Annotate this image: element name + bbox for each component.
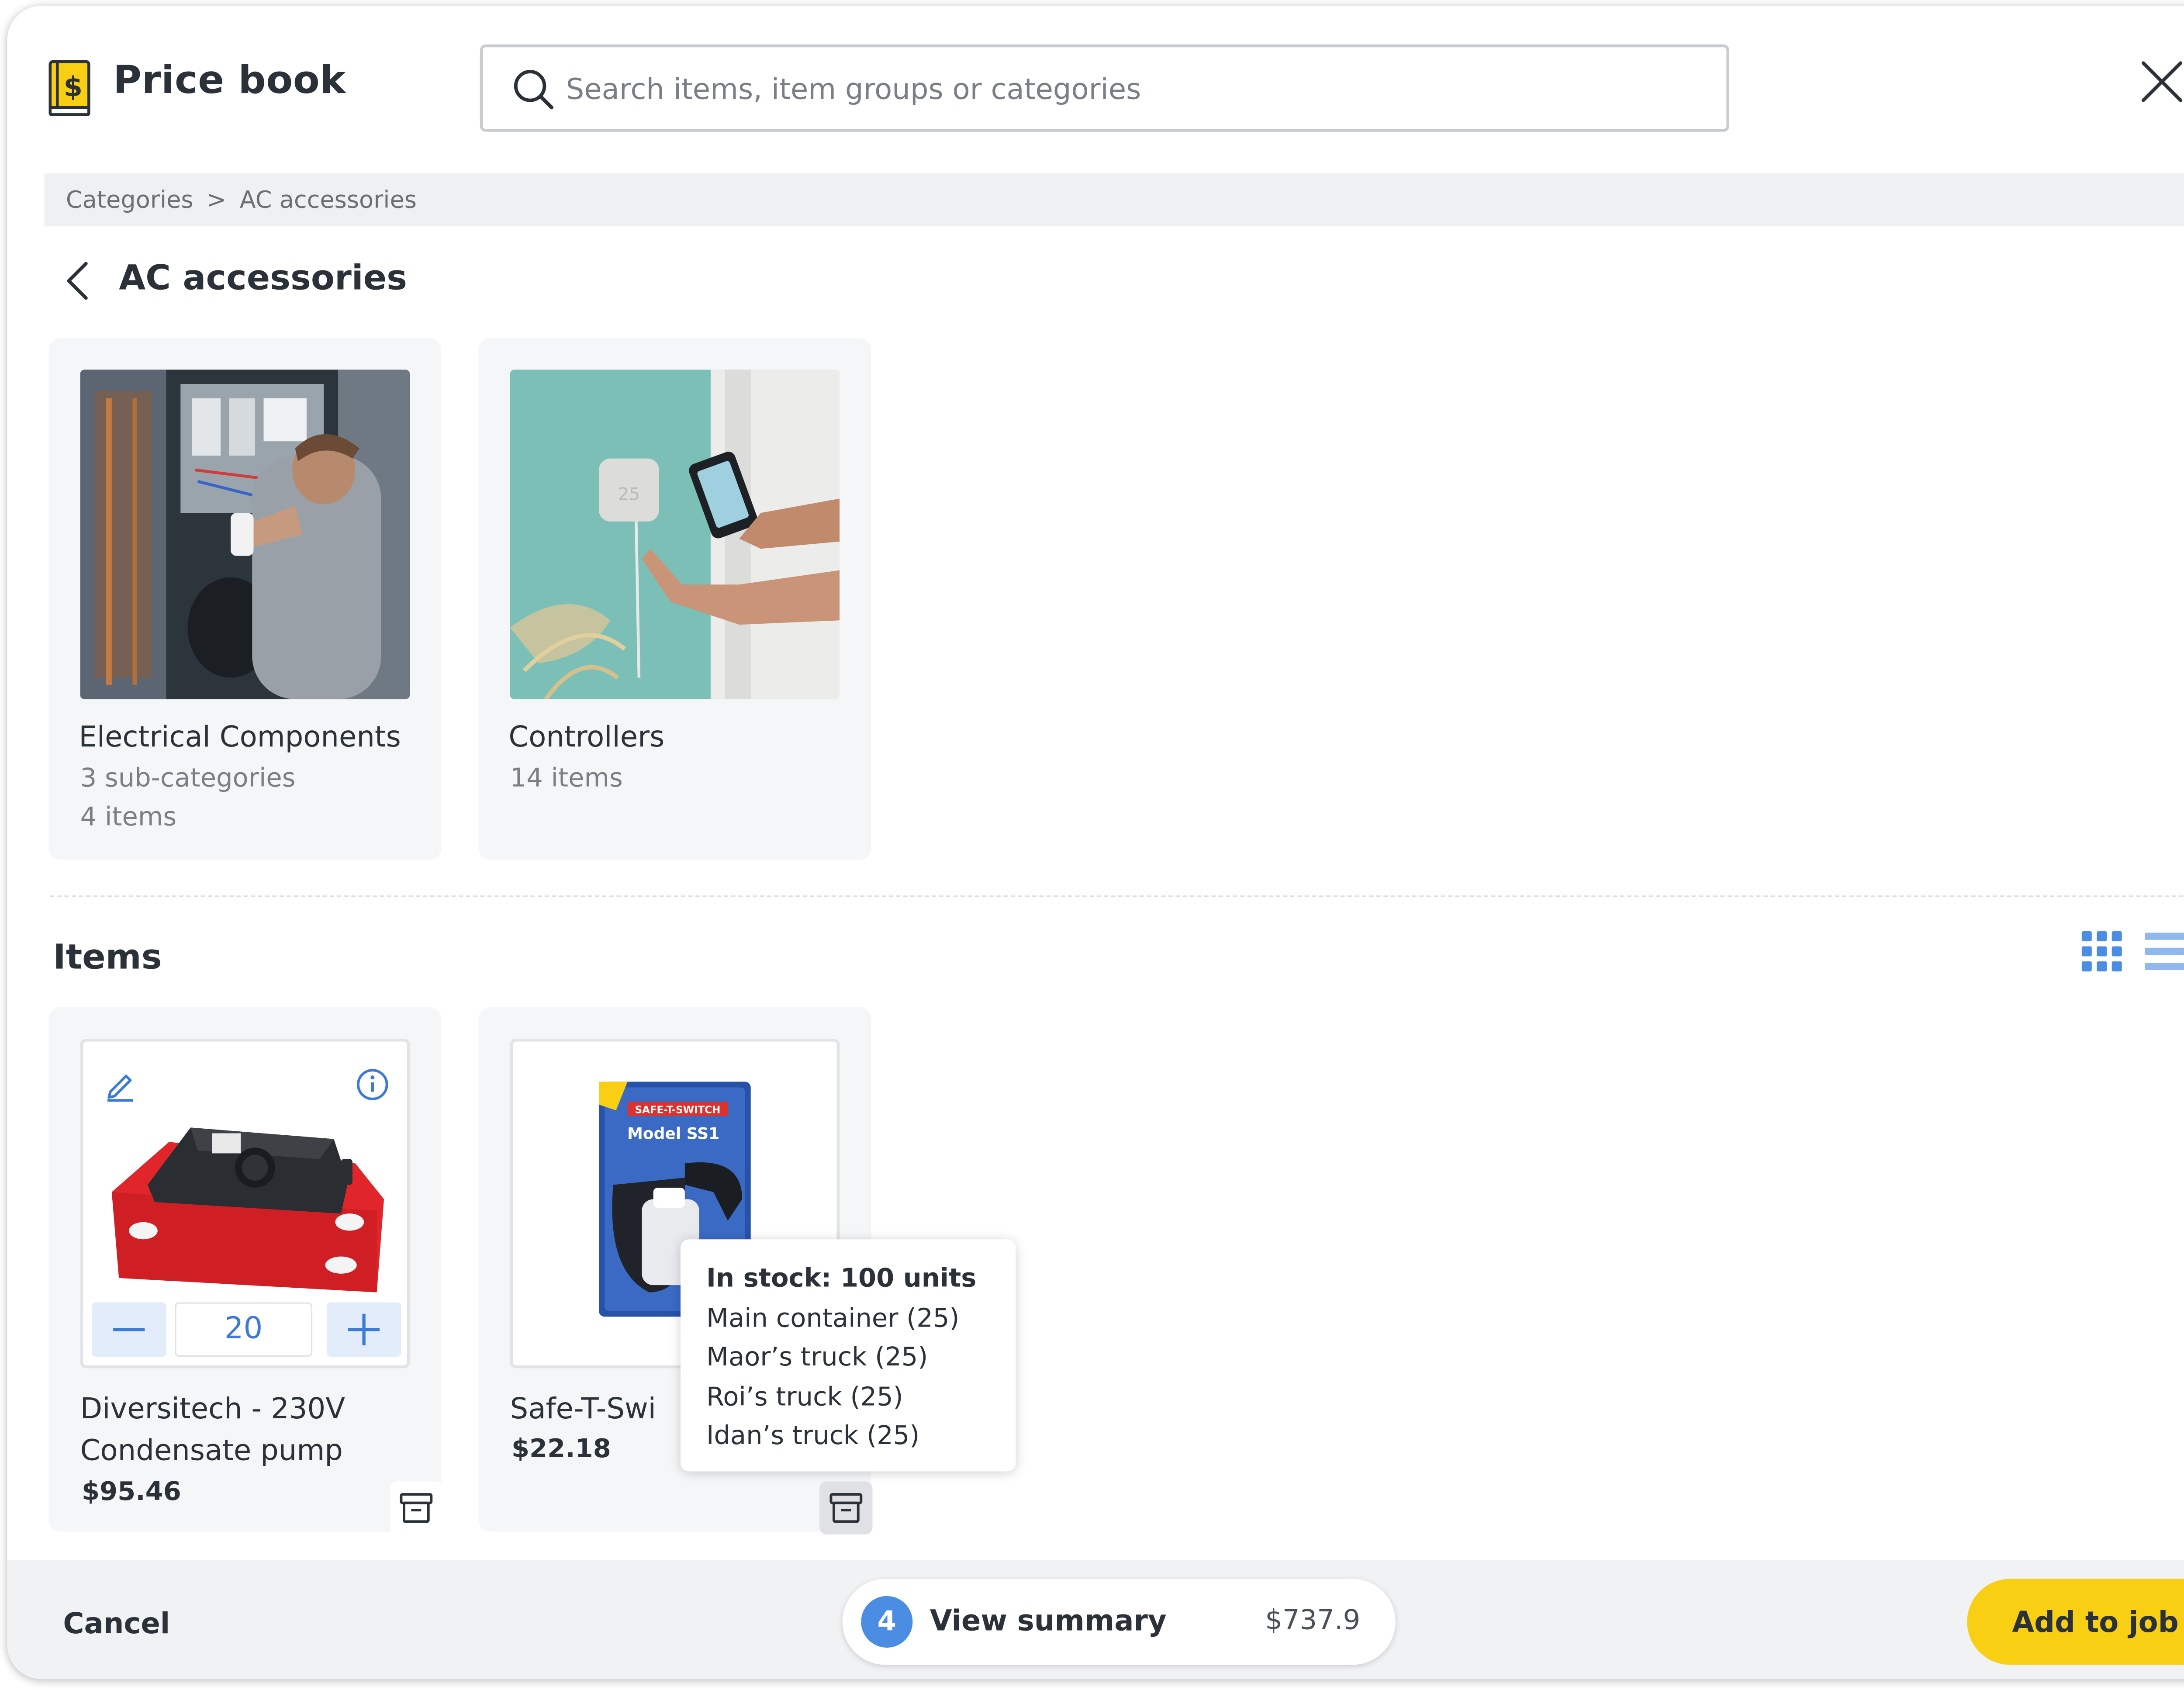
- item-name: Diversitech - 230V Condensate pump: [80, 1391, 346, 1467]
- category-card-electrical-components[interactable]: Electrical Components 3 sub-categories 4…: [48, 338, 442, 860]
- item-price: $95.46: [81, 1477, 181, 1507]
- item-image-frame: 20: [80, 1039, 410, 1369]
- stock-location: Maor’s truck (25): [706, 1342, 928, 1373]
- stock-location: Roi’s truck (25): [706, 1382, 903, 1412]
- category-name: Electrical Components: [79, 719, 401, 754]
- stock-tooltip: In stock: 100 units Main container (25) …: [681, 1239, 1016, 1472]
- category-title: AC accessories: [119, 258, 408, 298]
- stock-location: Main container (25): [706, 1303, 960, 1334]
- package-model-label: Model SS1: [627, 1125, 719, 1143]
- search-icon: [514, 70, 554, 110]
- search-box[interactable]: [480, 44, 1729, 132]
- svg-text:25: 25: [618, 484, 640, 505]
- decrement-button[interactable]: [91, 1302, 166, 1357]
- category-card-controllers[interactable]: 25 Controllers 14 items: [478, 338, 871, 860]
- category-image-thermostat: 25: [510, 370, 840, 699]
- summary-count-badge: 4: [861, 1596, 913, 1648]
- footer-bar: Cancel 4 View summary $737.9 Add to job: [7, 1560, 2184, 1680]
- back-arrow-icon[interactable]: [60, 259, 95, 302]
- category-name: Controllers: [508, 719, 665, 754]
- list-view-icon[interactable]: [2143, 930, 2184, 973]
- minus-icon: [113, 1328, 145, 1331]
- search-input[interactable]: [566, 66, 1683, 112]
- summary-label: View summary: [930, 1603, 1167, 1638]
- inventory-button-hovered[interactable]: [819, 1481, 873, 1534]
- svg-text:$: $: [64, 71, 83, 103]
- close-icon[interactable]: [2138, 57, 2184, 106]
- edit-icon[interactable]: [103, 1068, 138, 1102]
- item-price: $22.18: [511, 1434, 611, 1465]
- quantity-field[interactable]: 20: [175, 1302, 313, 1357]
- plus-icon: [348, 1313, 380, 1345]
- package-brand-label: SAFE-T-SWITCH: [635, 1105, 721, 1116]
- cancel-button[interactable]: Cancel: [63, 1606, 170, 1641]
- stock-location: Idan’s truck (25): [706, 1421, 920, 1452]
- breadcrumb-categories-link[interactable]: Categories: [66, 186, 194, 213]
- summary-total: $737.9: [1265, 1604, 1361, 1636]
- category-image-technician: [80, 370, 410, 699]
- stock-total: In stock: 100 units: [706, 1263, 977, 1294]
- breadcrumb-current: AC accessories: [239, 186, 417, 214]
- breadcrumb: Categories > AC accessories: [44, 173, 2184, 227]
- increment-button[interactable]: [326, 1302, 401, 1357]
- grid-view-icon[interactable]: [2080, 930, 2123, 973]
- add-to-job-button[interactable]: Add to job: [1967, 1579, 2184, 1665]
- price-book-modal: $ Price book Categories > AC accessories…: [7, 6, 2184, 1680]
- price-book-icon: $: [48, 60, 90, 116]
- category-item-count: 14 items: [510, 764, 623, 794]
- section-divider: [50, 895, 2184, 897]
- inventory-button[interactable]: [390, 1481, 443, 1534]
- items-heading: Items: [53, 937, 162, 977]
- archive-box-icon: [400, 1493, 433, 1523]
- view-summary-button[interactable]: 4 View summary $737.9: [842, 1579, 1396, 1665]
- item-card-condensate-pump[interactable]: 20 Diversitech - 230V Condensate pump $9…: [48, 1007, 443, 1534]
- category-item-count: 4 items: [80, 802, 177, 833]
- info-icon[interactable]: [355, 1068, 390, 1102]
- quantity-stepper: 20: [91, 1302, 401, 1357]
- page-title: Price book: [113, 59, 346, 104]
- category-subcategory-count: 3 sub-categories: [80, 764, 296, 794]
- breadcrumb-separator: >: [206, 186, 227, 214]
- archive-box-icon: [829, 1493, 863, 1523]
